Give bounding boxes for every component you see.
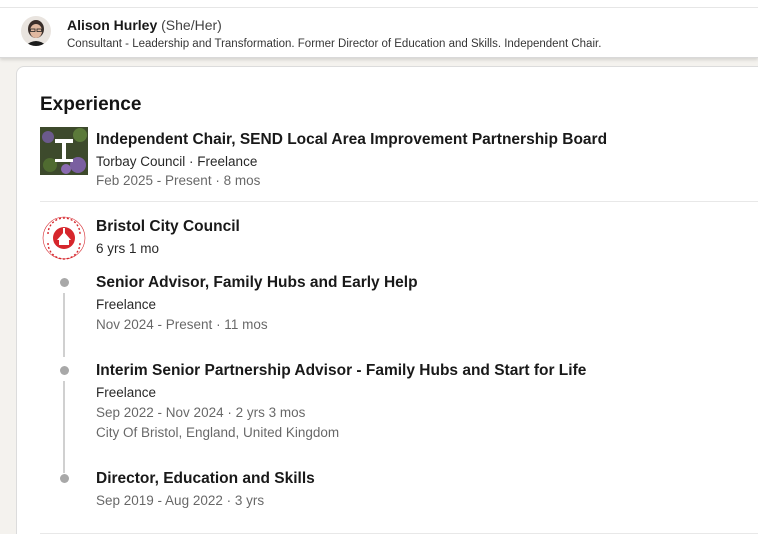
bristol-city-council-logo[interactable] <box>40 214 88 262</box>
sticky-profile-header: Alison Hurley (She/Her) Consultant - Lea… <box>0 0 758 58</box>
entry-title[interactable]: Independent Chair, SEND Local Area Impro… <box>96 131 607 149</box>
role-location: City Of Bristol, England, United Kingdom <box>96 425 340 440</box>
timeline-line <box>63 293 65 357</box>
timeline-dot <box>60 366 69 375</box>
avatar[interactable] <box>21 16 51 46</box>
entry-company: Torbay Council · Freelance <box>96 154 258 169</box>
group-duration: 6 yrs 1 mo <box>96 241 160 256</box>
divider <box>40 201 758 202</box>
role-title[interactable]: Interim Senior Partnership Advisor - Fam… <box>96 362 586 380</box>
torbay-logo-image <box>40 127 88 175</box>
top-strip <box>0 0 758 8</box>
entry-dates: Feb 2025 - Present · 8 mos <box>96 173 261 188</box>
experience-heading: Experience <box>40 94 142 115</box>
torbay-council-logo[interactable] <box>40 127 88 175</box>
role-title[interactable]: Senior Advisor, Family Hubs and Early He… <box>96 274 418 292</box>
bristol-logo-image <box>40 214 88 262</box>
role-type: Freelance <box>96 297 157 312</box>
role-dates: Nov 2024 - Present · 11 mos <box>96 317 268 332</box>
timeline-dot <box>60 278 69 287</box>
role-type: Freelance <box>96 385 157 400</box>
profile-headline: Consultant - Leadership and Transformati… <box>67 38 602 50</box>
group-company-name[interactable]: Bristol City Council <box>96 218 240 236</box>
timeline-line <box>63 381 65 473</box>
role-title[interactable]: Director, Education and Skills <box>96 470 315 488</box>
avatar-image <box>21 16 51 46</box>
experience-card: Experience Independent Chair, SEND Local… <box>16 66 758 534</box>
profile-name[interactable]: Alison Hurley (She/Her) <box>67 17 222 33</box>
profile-pronouns: (She/Her) <box>161 17 222 33</box>
profile-name-text: Alison Hurley <box>67 17 158 33</box>
timeline-dot <box>60 474 69 483</box>
role-dates: Sep 2022 - Nov 2024 · 2 yrs 3 mos <box>96 405 306 420</box>
role-dates: Sep 2019 - Aug 2022 · 3 yrs <box>96 493 265 508</box>
